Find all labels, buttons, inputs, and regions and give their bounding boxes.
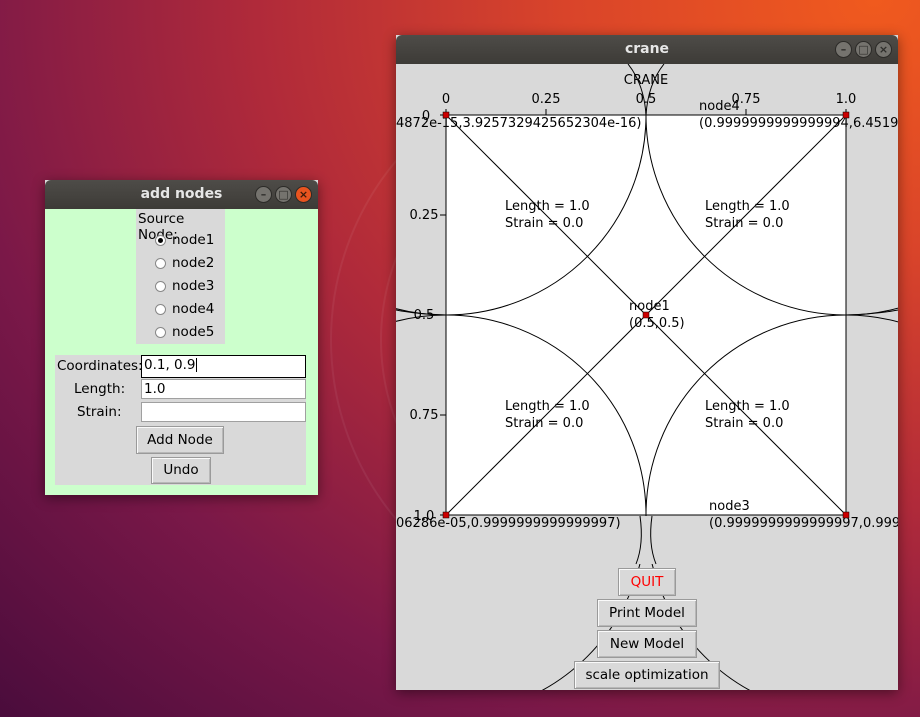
x-tick-label: 0.25 <box>532 92 561 107</box>
node-coords: (0.9999999999999994,6.45193 <box>699 116 898 131</box>
undo-button[interactable]: Undo <box>151 457 211 484</box>
crane-window: crane – □ × CRANE 0 0.25 0.5 0.75 1.0 0 … <box>396 35 898 690</box>
node-form: Coordinates: 0.1, 0.9 Length: 1.0 Strain… <box>55 355 306 485</box>
member-length-label: Length = 1.0 <box>705 199 790 214</box>
crane-canvas[interactable]: CRANE 0 0.25 0.5 0.75 1.0 0 0.25 0.5 0.7… <box>396 64 898 690</box>
node-label: node1 <box>629 299 670 314</box>
window-title: add nodes <box>140 186 223 202</box>
member-length-label: Length = 1.0 <box>505 199 590 214</box>
node-coords: (0.5,0.5) <box>629 316 685 331</box>
length-value: 1.0 <box>144 381 166 397</box>
member-strain-label: Strain = 0.0 <box>505 216 583 231</box>
radio-label: node1 <box>172 232 215 248</box>
node-coords: (0.9999999999999997,0.9999 <box>709 516 898 531</box>
radio-label: node4 <box>172 301 215 317</box>
minimize-icon[interactable]: – <box>835 41 852 58</box>
node-marker[interactable] <box>642 311 650 319</box>
add-node-button[interactable]: Add Node <box>136 426 224 454</box>
radio-node5[interactable]: node5 <box>155 322 214 342</box>
y-tick-label: 0.25 <box>410 208 439 223</box>
add-nodes-window: add nodes – □ × Source Node: node1 node2… <box>45 180 318 495</box>
radio-label: node3 <box>172 278 215 294</box>
node-marker[interactable] <box>442 111 450 119</box>
radio-icon[interactable] <box>155 257 166 269</box>
maximize-icon[interactable]: □ <box>855 41 872 58</box>
coordinates-label: Coordinates: <box>57 358 143 374</box>
node-marker[interactable] <box>842 511 850 519</box>
close-icon[interactable]: × <box>295 186 312 203</box>
coordinates-value: 0.1, 0.9 <box>144 357 196 373</box>
y-tick-label: 0.5 <box>414 308 435 323</box>
radio-icon[interactable] <box>155 280 166 292</box>
member-strain-label: Strain = 0.0 <box>705 416 783 431</box>
node-label: 4872e-15,3.9257329425652304e-16) <box>396 116 642 131</box>
member-strain-label: Strain = 0.0 <box>705 216 783 231</box>
radio-node4[interactable]: node4 <box>155 299 214 319</box>
radio-node2[interactable]: node2 <box>155 253 214 273</box>
strain-input[interactable] <box>141 402 306 422</box>
source-node-group: Source Node: node1 node2 node3 node4 nod… <box>136 209 225 344</box>
length-input[interactable]: 1.0 <box>141 379 306 399</box>
radio-icon[interactable] <box>155 326 166 338</box>
print-model-button[interactable]: Print Model <box>597 599 697 627</box>
radio-selected-icon[interactable] <box>155 234 166 246</box>
add-nodes-body: Source Node: node1 node2 node3 node4 nod… <box>45 209 318 495</box>
radio-node3[interactable]: node3 <box>155 276 214 296</box>
canvas-title: CRANE <box>624 73 668 88</box>
radio-icon[interactable] <box>155 303 166 315</box>
node-label: 06286e-05,0.9999999999999997) <box>396 516 621 531</box>
x-tick-label: 0.5 <box>636 92 657 107</box>
node-marker[interactable] <box>842 111 850 119</box>
new-model-button[interactable]: New Model <box>597 630 697 658</box>
x-tick-label: 0 <box>442 92 450 107</box>
member-strain-label: Strain = 0.0 <box>505 416 583 431</box>
member-length-label: Length = 1.0 <box>505 399 590 414</box>
minimize-icon[interactable]: – <box>255 186 272 203</box>
node-label: node3 <box>709 499 750 514</box>
node-marker[interactable] <box>442 511 450 519</box>
crane-titlebar[interactable]: crane – □ × <box>396 35 898 64</box>
radio-label: node5 <box>172 324 215 340</box>
scale-optimization-button[interactable]: scale optimization <box>574 661 720 689</box>
quit-button[interactable]: QUIT <box>618 568 676 596</box>
radio-node1[interactable]: node1 <box>155 230 214 250</box>
coordinates-input[interactable]: 0.1, 0.9 <box>141 355 306 378</box>
x-tick-label: 1.0 <box>836 92 857 107</box>
maximize-icon[interactable]: □ <box>275 186 292 203</box>
window-title: crane <box>624 41 670 57</box>
text-caret <box>195 358 197 372</box>
length-label: Length: <box>74 381 126 397</box>
y-tick-label: 0.75 <box>410 408 439 423</box>
radio-label: node2 <box>172 255 215 271</box>
member-length-label: Length = 1.0 <box>705 399 790 414</box>
add-nodes-titlebar[interactable]: add nodes – □ × <box>45 180 318 209</box>
close-icon[interactable]: × <box>875 41 892 58</box>
crane-body: CRANE 0 0.25 0.5 0.75 1.0 0 0.25 0.5 0.7… <box>396 64 898 690</box>
strain-label: Strain: <box>77 404 122 420</box>
node-label: node4 <box>699 99 740 114</box>
